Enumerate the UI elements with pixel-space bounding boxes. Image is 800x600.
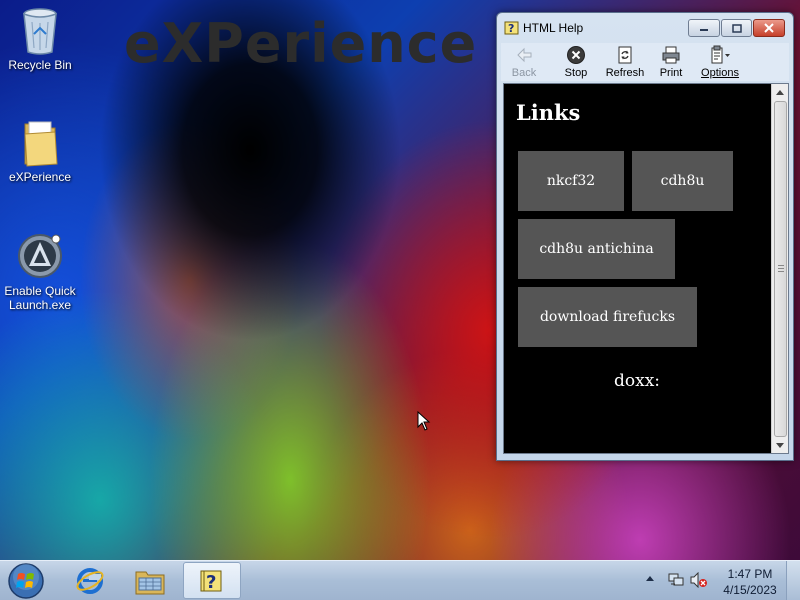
windows-explorer-icon: [135, 571, 165, 594]
html-help-window: ? HTML Help Back Stop Refresh Print Opti…: [496, 12, 794, 461]
taskbar-html-help[interactable]: ?: [183, 562, 241, 599]
close-button[interactable]: [753, 19, 785, 37]
link-box-cdh8u-antichina[interactable]: cdh8u antichina: [518, 219, 675, 279]
show-desktop-button[interactable]: [786, 561, 800, 600]
back-arrow-icon: [517, 47, 532, 63]
print-icon: [662, 46, 680, 64]
maximize-icon: [731, 23, 742, 33]
print-button[interactable]: Print: [658, 45, 684, 79]
svg-text:?: ?: [508, 22, 514, 35]
link-box-download-firefucks[interactable]: download firefucks: [518, 287, 697, 347]
desktop-icon-label: Enable Quick Launch.exe: [4, 284, 76, 312]
scrollbar-thumb[interactable]: [774, 101, 787, 437]
clock-date: 4/15/2023: [723, 583, 777, 597]
recycle-bin-icon: [23, 8, 57, 55]
scroll-up-icon: [776, 89, 784, 95]
clock-time: 1:47 PM: [727, 567, 773, 581]
system-clock[interactable]: 1:47 PM 4/15/2023: [716, 566, 784, 598]
minimize-icon: [700, 29, 708, 31]
mouse-cursor-icon: [417, 411, 431, 431]
minimize-button[interactable]: [688, 19, 720, 37]
help-content-pane[interactable]: Links nkcf32 cdh8u cdh8u antichina downl…: [503, 83, 789, 454]
desktop-icon-experience-folder[interactable]: eXPerience: [0, 118, 80, 184]
window-titlebar[interactable]: ? HTML Help: [497, 13, 793, 43]
start-button[interactable]: [6, 562, 46, 600]
back-label: Back: [511, 67, 537, 79]
desktop-watermark: eXPerience: [124, 12, 478, 75]
network-icon[interactable]: [668, 572, 684, 588]
scroll-up-button[interactable]: [772, 84, 788, 100]
back-button[interactable]: Back: [511, 45, 537, 79]
desktop-icon-enable-quick-launch[interactable]: Enable Quick Launch.exe: [0, 232, 80, 312]
taskbar-internet-explorer[interactable]: [62, 562, 118, 599]
html-help-icon: ?: [200, 570, 222, 593]
close-icon: [764, 23, 774, 33]
help-toolbar: Back Stop Refresh Print Options: [501, 43, 789, 81]
link-box-cdh8u[interactable]: cdh8u: [632, 151, 733, 211]
options-button[interactable]: Options: [700, 45, 740, 79]
links-heading: Links: [516, 100, 581, 125]
desktop-icon-label: eXPerience: [8, 170, 72, 184]
doxx-text: doxx:: [614, 371, 661, 391]
desktop-icon-label: Recycle Bin: [8, 58, 72, 72]
scroll-down-button[interactable]: [772, 437, 788, 453]
windows-orb-icon: [8, 563, 44, 599]
svg-text:?: ?: [206, 572, 216, 593]
quick-launch-icon: [18, 234, 62, 278]
taskbar: ? 1:47 PM 4/15/2023: [0, 560, 800, 600]
window-title: HTML Help: [523, 21, 584, 35]
internet-explorer-icon: [76, 567, 104, 594]
print-label: Print: [659, 67, 683, 79]
taskbar-windows-explorer[interactable]: [122, 562, 178, 599]
stop-button[interactable]: Stop: [561, 45, 591, 79]
refresh-label: Refresh: [605, 67, 645, 79]
options-icon: [711, 45, 730, 64]
chevron-up-icon: [646, 576, 654, 581]
help-icon: ?: [504, 21, 519, 35]
desktop-icon-recycle-bin[interactable]: Recycle Bin: [0, 6, 80, 72]
scroll-down-icon: [776, 442, 784, 448]
refresh-button[interactable]: Refresh: [604, 45, 646, 79]
options-label: Options: [701, 67, 739, 79]
maximize-button[interactable]: [721, 19, 752, 37]
folder-icon: [24, 121, 58, 167]
refresh-icon: [618, 46, 632, 64]
scrollbar-grip-icon: [778, 265, 784, 272]
link-box-nkcf32[interactable]: nkcf32: [518, 151, 624, 211]
stop-icon: [567, 46, 585, 64]
vertical-scrollbar[interactable]: [771, 84, 788, 453]
volume-muted-icon[interactable]: [690, 572, 708, 588]
stop-label: Stop: [564, 67, 588, 79]
show-hidden-icons-button[interactable]: [646, 574, 654, 584]
